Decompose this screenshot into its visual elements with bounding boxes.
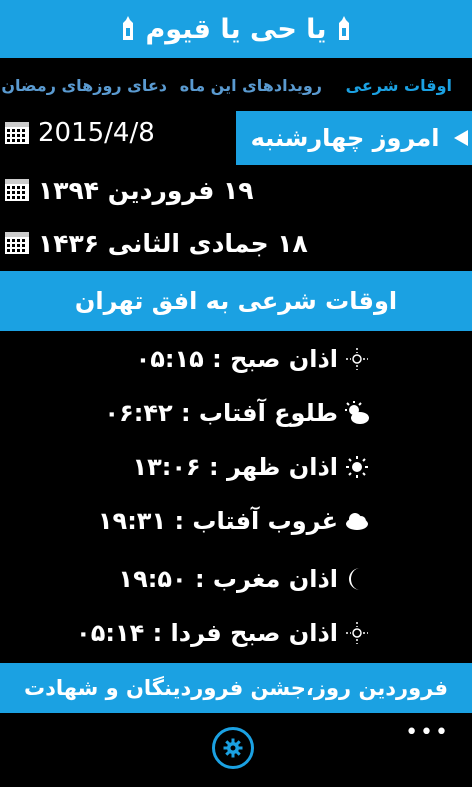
gregorian-date-row: 2015/4/8	[0, 113, 155, 153]
prayer-label: اذان مغرب : ۱۹:۵۰	[118, 565, 338, 593]
dawn-icon	[346, 348, 368, 370]
tab-month-events[interactable]: رویدادهای این ماه	[180, 76, 322, 95]
dawn-icon	[346, 622, 368, 644]
prayer-row-dhuhr: اذان ظهر : ۱۳:۰۶	[133, 447, 371, 487]
app-title: یا حی یا قیوم	[145, 13, 327, 45]
calendar-icon	[5, 122, 29, 144]
calendar-icon	[5, 232, 29, 254]
prayer-label: اذان صبح فردا : ۰۵:۱۴	[76, 619, 338, 647]
event-banner: فروردین روز،جشن فروردینگان و شهادت	[0, 663, 472, 713]
lunar-date-row: ۱۸ جمادی الثانی ۱۴۳۶	[0, 223, 308, 263]
calendar-icon	[5, 179, 29, 201]
moon-icon	[349, 568, 360, 590]
lunar-date: ۱۸ جمادی الثانی ۱۴۳۶	[38, 228, 308, 258]
prayer-row-sunrise: طلوع آفتاب : ۰۶:۴۲	[104, 393, 370, 433]
prayer-label: اذان ظهر : ۱۳:۰۶	[132, 453, 339, 481]
prayer-row-sunset: غروب آفتاب : ۱۹:۳۱	[98, 501, 370, 541]
prayer-row-fajr: اذان صبح : ۰۵:۱۵	[136, 339, 370, 379]
cloud-icon	[346, 513, 368, 530]
sunrise-icon	[345, 401, 369, 424]
solar-date: ۱۹ فروردین ۱۳۹۴	[38, 175, 254, 205]
prayer-label: طلوع آفتاب : ۰۶:۴۲	[104, 399, 338, 427]
prayer-label: غروب آفتاب : ۱۹:۳۱	[97, 507, 338, 535]
prayer-section-title: اوقات شرعی به افق تهران	[0, 271, 472, 331]
tab-bar: اوقات شرعی رویدادهای این ماه دعای روزهای…	[0, 76, 472, 102]
prayer-row-next-fajr: اذان صبح فردا : ۰۵:۱۴	[76, 613, 370, 653]
tab-ramadan-prayers[interactable]: دعای روزهای رمضان	[1, 76, 167, 95]
prayer-label: اذان صبح : ۰۵:۱۵	[135, 345, 338, 373]
triangle-icon	[454, 130, 468, 146]
mosque-icon	[339, 16, 350, 40]
prayer-row-maghrib: اذان مغرب : ۱۹:۵۰	[118, 559, 370, 599]
prayer-section-label: اوقات شرعی به افق تهران	[74, 287, 398, 315]
mosque-icon	[122, 16, 133, 40]
tab-prayer-times[interactable]: اوقات شرعی	[346, 76, 452, 95]
solar-date-row: ۱۹ فروردین ۱۳۹۴	[0, 170, 254, 210]
event-text: فروردین روز،جشن فروردینگان و شهادت	[24, 676, 448, 700]
settings-button[interactable]	[212, 727, 254, 769]
today-box: امروز چهارشنبه	[236, 111, 472, 165]
today-label: امروز چهارشنبه	[250, 124, 440, 152]
gregorian-date: 2015/4/8	[38, 118, 155, 148]
gear-icon	[223, 738, 243, 758]
app-header: یا حی یا قیوم	[0, 0, 472, 58]
more-button[interactable]: •••	[405, 720, 450, 745]
sun-icon	[346, 456, 368, 478]
